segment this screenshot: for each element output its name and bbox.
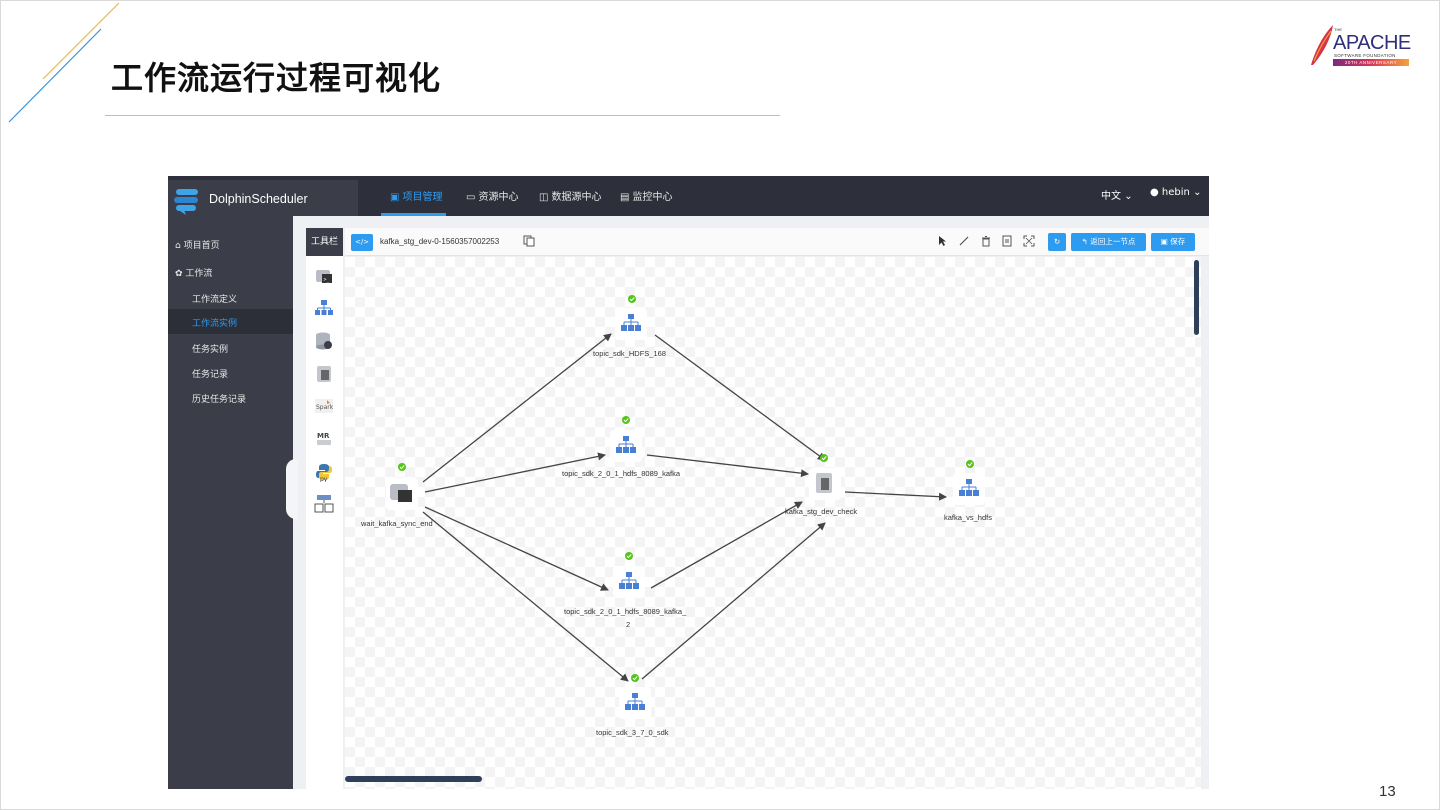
node-kafka-stg-dev-check[interactable]	[809, 453, 841, 500]
edge	[424, 506, 609, 591]
node-label: kafka_stg_dev_check	[785, 507, 858, 516]
node-label: 2	[626, 620, 631, 629]
node-topic-sdk-3-7-0-sdk[interactable]	[618, 673, 652, 720]
node-topic-sdk-2-0-1-hdfs-8089-kafka[interactable]	[609, 415, 643, 463]
node-label: wait_kafka_sync_end	[361, 519, 433, 528]
node-kafka-vs-hdfs[interactable]	[952, 459, 986, 506]
node-label: topic_sdk_2_0_1_hdfs_8089_kafka	[562, 469, 681, 478]
node-label: topic_sdk_2_0_1_hdfs_8089_kafka_	[564, 607, 687, 616]
title-divider	[105, 115, 780, 116]
node-topic-sdk-2-0-1-hdfs-8089-kafka-2[interactable]	[612, 551, 646, 599]
node-label: topic_sdk_HDFS_168	[593, 349, 666, 358]
page-number: 13	[1379, 783, 1396, 800]
apache-wordmark: APACHE	[1333, 32, 1411, 54]
apache-anniversary: 20TH ANNIVERSARY	[1333, 59, 1409, 66]
node-label: topic_sdk_3_7_0_sdk	[596, 728, 669, 737]
edge	[650, 501, 803, 589]
slide: 工作流运行过程可视化 THE APACHE SOFTWARE FOUNDATIO…	[0, 0, 1440, 810]
edge	[641, 522, 826, 680]
slide-title: 工作流运行过程可视化	[111, 59, 442, 97]
node-wait-kafka-sync-end[interactable]	[386, 462, 418, 510]
node-label: kafka_vs_hdfs	[944, 513, 992, 522]
node-topic-sdk-hdfs-168[interactable]	[614, 294, 648, 341]
apache-subtitle: SOFTWARE FOUNDATION	[1334, 53, 1396, 58]
edge	[654, 334, 826, 461]
edge	[422, 511, 629, 682]
dolphinscheduler-window: DolphinScheduler ▣ 项目管理 ▭ 资源中心 ◫ 数据源中心 ▤ 监控中…	[168, 176, 1209, 789]
edge	[844, 491, 947, 501]
dag-graph	[386, 294, 986, 720]
